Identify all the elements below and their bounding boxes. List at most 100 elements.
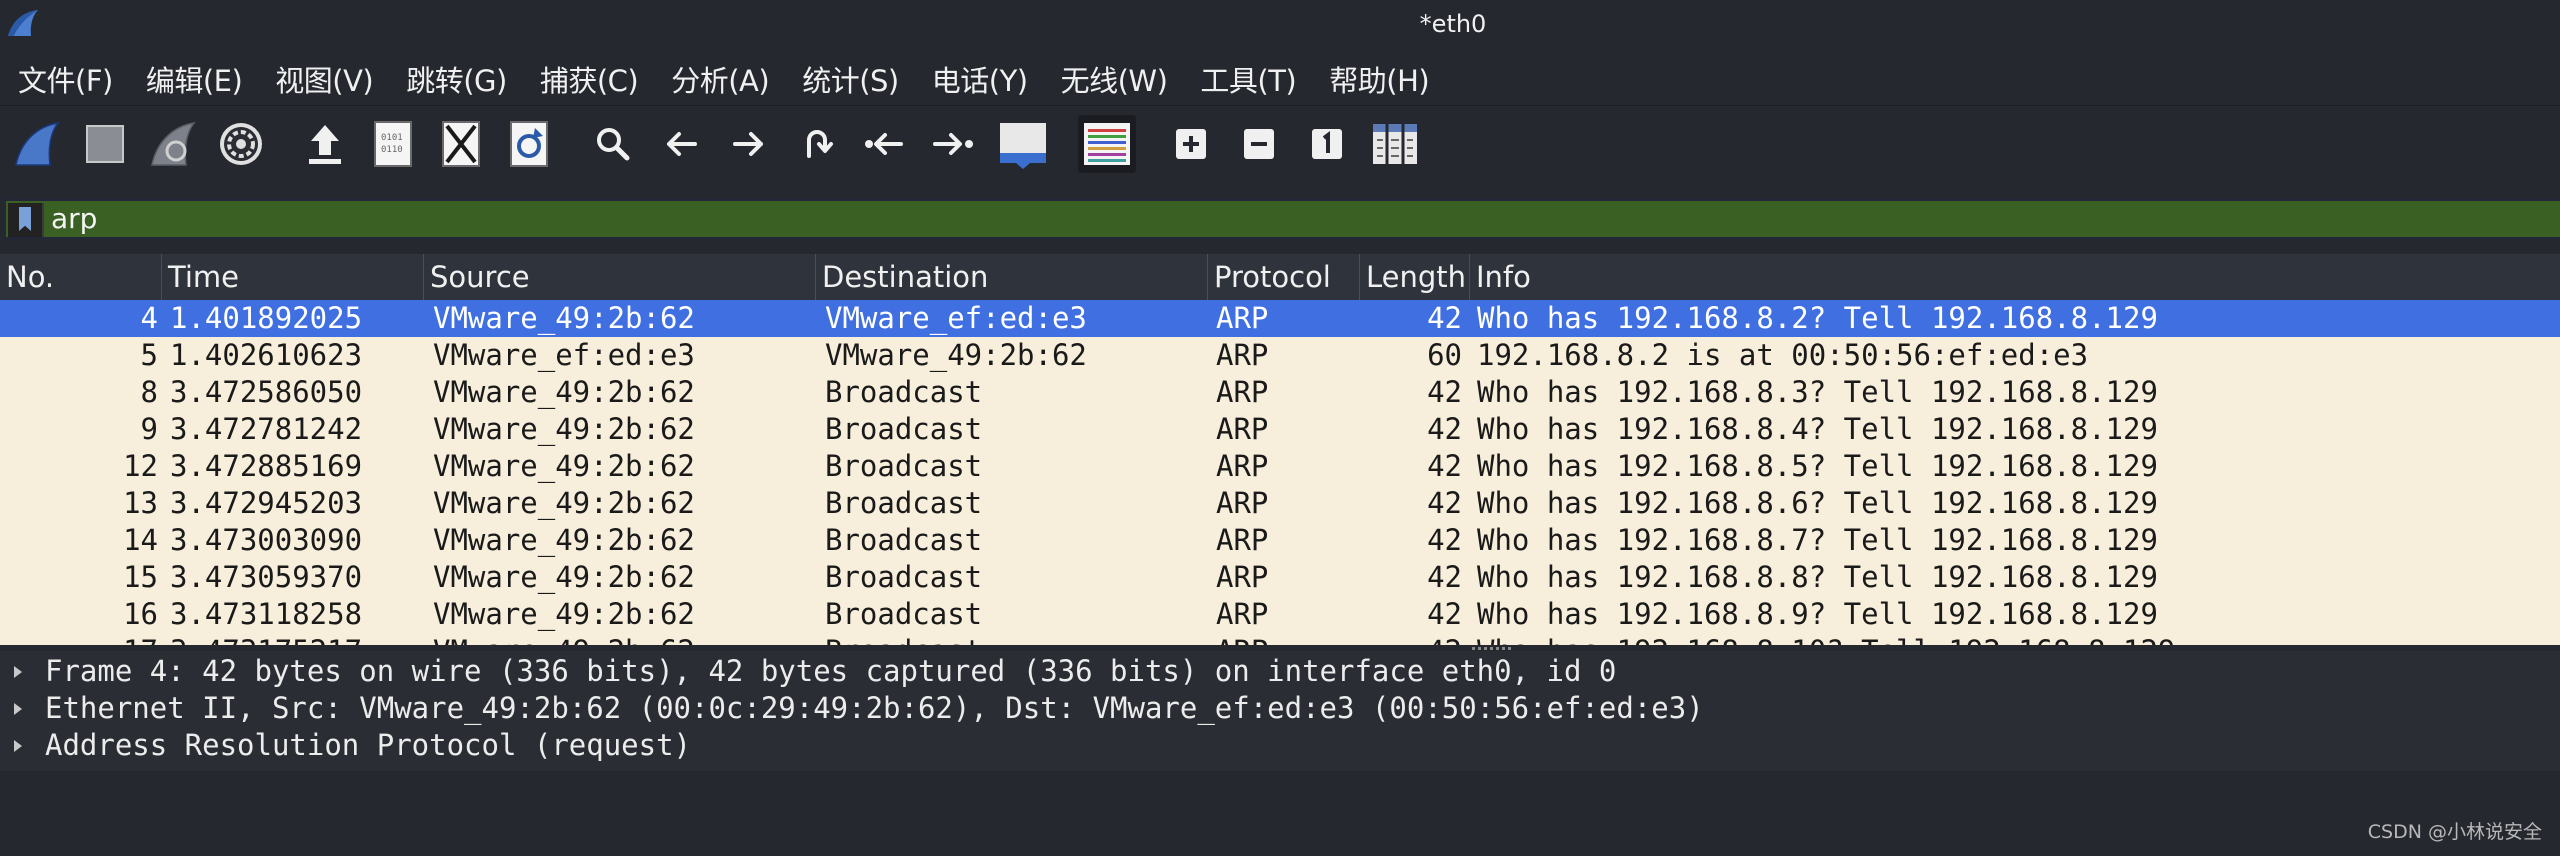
restart-capture-button[interactable] [144, 115, 202, 173]
packet-row[interactable]: 9 3.472781242 VMware_49:2b:62 Broadcast … [0, 411, 2560, 448]
packet-source: VMware_ef:ed:e3 [433, 338, 695, 372]
packet-length: 60 [1427, 338, 1462, 372]
restart-capture-icon [151, 121, 196, 166]
detail-text: Frame 4: 42 bytes on wire (336 bits), 42… [45, 654, 1617, 688]
packet-source: VMware_49:2b:62 [433, 486, 695, 520]
packet-row[interactable]: 16 3.473118258 VMware_49:2b:62 Broadcast… [0, 596, 2560, 633]
find-packet-button[interactable] [584, 115, 642, 173]
go-back-icon [667, 132, 697, 156]
packet-info: Who has 192.168.8.10? Tell 192.168.8.129 [1477, 633, 2175, 645]
packet-length: 42 [1427, 412, 1462, 446]
column-header-info[interactable]: Info [1470, 254, 2560, 300]
packet-destination: Broadcast [825, 486, 983, 520]
close-file-icon [442, 121, 480, 167]
packet-info: Who has 192.168.8.5? Tell 192.168.8.129 [1477, 449, 2158, 483]
zoom-in-icon [1176, 129, 1206, 159]
packet-protocol: ARP [1216, 486, 1269, 520]
menu-separator [0, 105, 2560, 106]
packet-length: 42 [1427, 597, 1462, 631]
expand-arrow-icon[interactable] [12, 690, 26, 727]
filter-bookmark-button[interactable] [8, 203, 44, 237]
packet-info: Who has 192.168.8.3? Tell 192.168.8.129 [1477, 375, 2158, 409]
menu-capture[interactable]: 捕获(C) [523, 58, 654, 100]
column-header-time[interactable]: Time [162, 254, 424, 300]
packet-row[interactable]: 8 3.472586050 VMware_49:2b:62 Broadcast … [0, 374, 2560, 411]
packet-protocol: ARP [1216, 375, 1269, 409]
expand-arrow-icon[interactable] [12, 727, 26, 764]
column-header-length[interactable]: Length [1360, 254, 1470, 300]
packet-time: 3.472781242 [170, 412, 363, 446]
first-packet-button[interactable] [856, 115, 914, 173]
packet-row[interactable]: 5 1.402610623 VMware_ef:ed:e3 VMware_49:… [0, 337, 2560, 374]
capture-options-icon [220, 123, 262, 165]
go-to-packet-icon [807, 130, 833, 158]
menu-tools[interactable]: 工具(T) [1183, 58, 1312, 100]
packet-source: VMware_49:2b:62 [433, 633, 695, 645]
menu-edit[interactable]: 编辑(E) [129, 58, 258, 100]
packet-length: 42 [1427, 523, 1462, 557]
auto-scroll-button[interactable] [994, 115, 1052, 173]
menu-statistics[interactable]: 统计(S) [785, 58, 915, 100]
resize-columns-button[interactable] [1366, 115, 1424, 173]
reload-file-button[interactable] [500, 115, 558, 173]
packet-row[interactable]: 13 3.472945203 VMware_49:2b:62 Broadcast… [0, 485, 2560, 522]
packet-destination: Broadcast [825, 597, 983, 631]
normal-size-icon [1312, 129, 1342, 159]
stop-capture-icon [86, 125, 124, 163]
stop-capture-button[interactable] [76, 115, 134, 173]
packet-destination: Broadcast [825, 560, 983, 594]
packet-no: 13 [123, 486, 158, 520]
save-file-button[interactable]: 0101 0110 [364, 115, 422, 173]
column-header-no[interactable]: No. [0, 254, 162, 300]
window-title: *eth0 [1419, 10, 1487, 38]
last-packet-button[interactable] [924, 115, 982, 173]
column-header-destination[interactable]: Destination [816, 254, 1208, 300]
packet-row-partial[interactable]: 17 3.473175217 VMware_49:2b:62 Broadcast… [0, 633, 2560, 645]
packet-row[interactable]: 15 3.473059370 VMware_49:2b:62 Broadcast… [0, 559, 2560, 596]
packet-destination: Broadcast [825, 523, 983, 557]
menu-analyze[interactable]: 分析(A) [654, 58, 785, 100]
packet-time: 3.473059370 [170, 560, 363, 594]
close-file-button[interactable] [432, 115, 490, 173]
start-capture-button[interactable] [8, 115, 66, 173]
menu-help[interactable]: 帮助(H) [1312, 58, 1445, 100]
menu-view[interactable]: 视图(V) [258, 58, 389, 100]
packet-length: 42 [1427, 449, 1462, 483]
packet-destination: Broadcast [825, 375, 983, 409]
packet-row[interactable]: 14 3.473003090 VMware_49:2b:62 Broadcast… [0, 522, 2560, 559]
detail-text: Address Resolution Protocol (request) [45, 728, 692, 762]
packet-length: 42 [1427, 375, 1462, 409]
zoom-out-button[interactable] [1230, 115, 1288, 173]
go-to-packet-button[interactable] [788, 115, 846, 173]
svg-text:0101: 0101 [381, 133, 403, 143]
packet-row[interactable]: 12 3.472885169 VMware_49:2b:62 Broadcast… [0, 448, 2560, 485]
packet-no: 9 [140, 412, 158, 446]
display-filter-input[interactable] [51, 201, 2451, 237]
menu-go[interactable]: 跳转(G) [389, 58, 523, 100]
packet-length: 42 [1427, 301, 1462, 335]
go-forward-button[interactable] [720, 115, 778, 173]
packet-info: Who has 192.168.8.4? Tell 192.168.8.129 [1477, 412, 2158, 446]
menu-wireless[interactable]: 无线(W) [1044, 58, 1184, 100]
zoom-in-button[interactable] [1162, 115, 1220, 173]
title-bar: *eth0 [0, 0, 2560, 50]
column-header-protocol[interactable]: Protocol [1208, 254, 1360, 300]
menu-telephony[interactable]: 电话(Y) [915, 58, 1044, 100]
open-file-button[interactable] [296, 115, 354, 173]
column-header-source[interactable]: Source [424, 254, 816, 300]
resize-columns-icon [1373, 124, 1417, 164]
packet-bytes-pane [0, 771, 2560, 856]
normal-size-button[interactable] [1298, 115, 1356, 173]
expand-arrow-icon[interactable] [12, 653, 26, 690]
capture-options-button[interactable] [212, 115, 270, 173]
packet-no: 15 [123, 560, 158, 594]
packet-source: VMware_49:2b:62 [433, 375, 695, 409]
packet-list: 4 1.401892025 VMware_49:2b:62 VMware_ef:… [0, 300, 2560, 645]
packet-row-selected[interactable]: 4 1.401892025 VMware_49:2b:62 VMware_ef:… [0, 300, 2560, 337]
packet-info: Who has 192.168.8.8? Tell 192.168.8.129 [1477, 560, 2158, 594]
packet-destination: Broadcast [825, 633, 982, 645]
menu-file[interactable]: 文件(F) [0, 58, 129, 100]
packet-protocol: ARP [1216, 560, 1269, 594]
go-back-button[interactable] [652, 115, 710, 173]
colorize-button[interactable] [1078, 115, 1136, 173]
